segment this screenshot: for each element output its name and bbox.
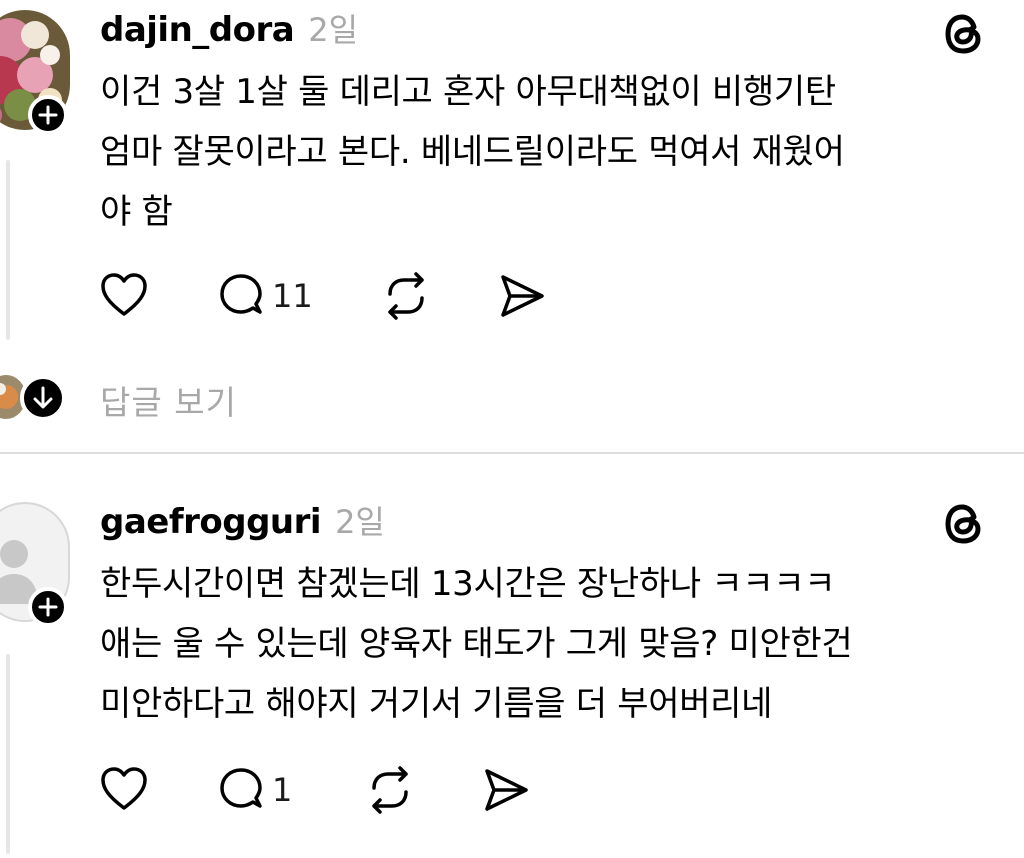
action-bar: 1 [100,764,600,818]
post-header: gaefrogguri 2일 [100,502,385,542]
post-1: dajin_dora 2일 이건 3살 1살 둘 데리고 혼자 아무대책없이 비… [0,0,1024,450]
repost-icon [388,272,424,320]
repost-icon [372,766,408,814]
share-button[interactable] [498,272,546,320]
send-icon [501,275,544,317]
post-header: dajin_dora 2일 [100,10,358,50]
timestamp: 2일 [308,11,359,49]
follow-button[interactable] [28,587,68,627]
follow-button[interactable] [28,95,68,135]
post-text-line: 미안하다고 해야지 거기서 기름을 더 부어버리네 [100,684,773,724]
comment-bubble-icon [220,274,262,314]
post-text-line: 이건 3살 1살 둘 데리고 혼자 아무대책없이 비행기탄 [100,72,836,112]
reply-count: 1 [272,771,293,809]
threads-logo-icon[interactable] [940,500,988,548]
arrow-down-icon [33,386,53,409]
plus-icon [38,105,58,125]
comment-button[interactable]: 1 [218,766,292,814]
repost-button[interactable] [366,766,414,814]
timestamp: 2일 [335,503,385,541]
username[interactable]: gaefrogguri [100,502,322,542]
send-icon [485,769,528,811]
reply-count: 11 [272,277,313,315]
expand-replies-button[interactable] [20,375,66,421]
post-body: 한두시간이면 참겠는데 13시간은 장난하나 ㅋㅋㅋㅋ 애는 울 수 있는데 양… [100,554,1000,734]
like-button[interactable] [100,766,148,812]
action-bar: 11 [100,270,600,324]
share-button[interactable] [482,766,530,814]
post-body: 이건 3살 1살 둘 데리고 혼자 아무대책없이 비행기탄 엄마 잘못이라고 본… [100,62,1000,242]
thread-line [6,160,10,340]
plus-icon [38,597,58,617]
post-2: gaefrogguri 2일 한두시간이면 참겠는데 13시간은 장난하나 ㅋㅋ… [0,454,1024,858]
heart-icon [101,767,147,810]
heart-icon [101,273,147,316]
comment-bubble-icon [220,768,262,808]
post-text-line: 야 함 [100,192,173,232]
threads-logo-icon[interactable] [940,10,988,58]
like-button[interactable] [100,272,148,318]
view-replies-link[interactable]: 답글 보기 [100,376,237,424]
thread-line [6,654,10,854]
comment-button[interactable]: 11 [218,272,313,320]
post-text-line: 애는 울 수 있는데 양육자 태도가 그게 맞음? 미안한건 [100,624,853,664]
post-text-line: 엄마 잘못이라고 본다. 베네드릴이라도 먹여서 재웠어 [100,132,845,172]
username[interactable]: dajin_dora [100,10,295,50]
repost-button[interactable] [382,272,430,320]
post-text-line: 한두시간이면 참겠는데 13시간은 장난하나 ㅋㅋㅋㅋ [100,564,836,604]
